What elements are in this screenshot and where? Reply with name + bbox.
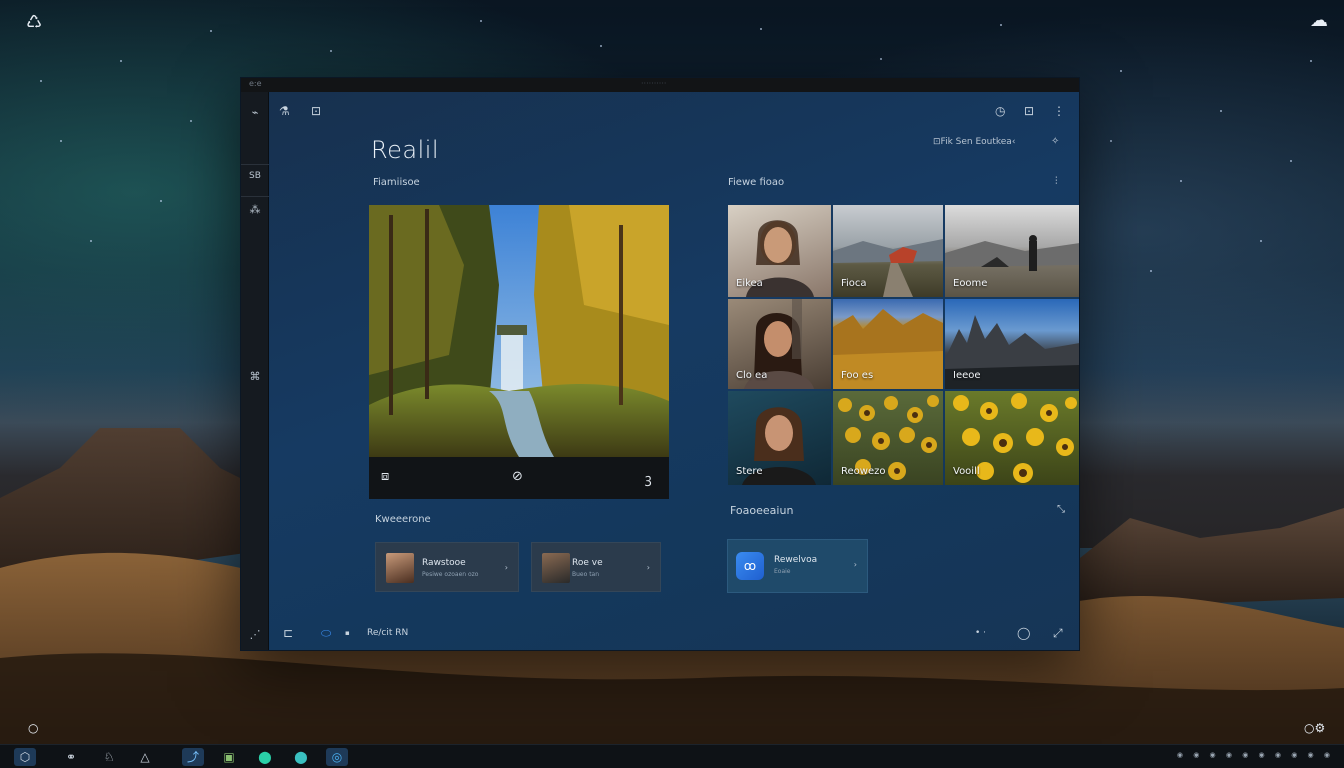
grid-tile[interactable]: Fioca <box>833 205 943 297</box>
people-icon[interactable]: ⚗ <box>279 104 290 118</box>
photo-grid: Eikea Fioca Eoome Clo ea Foo es Ieeoe St… <box>728 205 1079 485</box>
chevron-right-icon[interactable]: › <box>647 563 650 572</box>
window-title-center: ·········· <box>641 79 667 88</box>
desktop-app-icon[interactable]: ♺ <box>26 14 42 32</box>
card-thumbnail <box>386 553 414 583</box>
link-icon[interactable]: ⊘ <box>512 469 523 484</box>
taskbar-app-icon[interactable]: ⬤ <box>254 748 276 766</box>
tile-caption: Stere <box>736 466 763 477</box>
featured-photo-card[interactable]: ⧈ ⊘ ꝫ <box>369 205 669 499</box>
rail-command-icon[interactable]: ⌘ <box>241 370 269 383</box>
grid-tile[interactable]: Ieeoe <box>945 299 1079 389</box>
card-title: Rawstooe <box>422 558 466 568</box>
grid-tile[interactable]: Eoome <box>945 205 1079 297</box>
chevron-right-icon[interactable]: › <box>505 563 508 572</box>
grid-tile[interactable]: Stere <box>728 391 831 485</box>
taskbar-app-icon[interactable]: ⤴ <box>182 748 204 766</box>
tile-caption: Reowezo <box>841 466 886 477</box>
featured-section-label: Fiamiisoe <box>373 177 420 188</box>
rail-back-icon[interactable]: ⌁ <box>241 106 269 119</box>
status-text: Re/cit RN <box>367 628 409 638</box>
tile-caption: Clo ea <box>736 370 768 381</box>
taskbar-app-icon[interactable]: ♘ <box>98 748 120 766</box>
featured-toolbar: ⧈ ⊘ ꝫ <box>369 457 669 499</box>
recent-section-label: Kweeerone <box>375 514 431 525</box>
tile-caption: Foo es <box>841 370 874 381</box>
window-title: e:e <box>249 79 262 88</box>
grid-tile[interactable]: Foo es <box>833 299 943 389</box>
taskbar-app-icon[interactable]: ▣ <box>218 748 240 766</box>
circle-button-icon[interactable]: ◯ <box>1017 626 1030 640</box>
fullscreen-icon[interactable]: ⤢ <box>1053 626 1063 641</box>
page-title: Realil <box>371 136 440 164</box>
screen-icon[interactable]: ⊡ <box>311 104 321 118</box>
card-subtitle: Bueo tan <box>572 571 600 578</box>
card-thumbnail <box>542 553 570 583</box>
sparkle-icon[interactable]: ✧ <box>1051 136 1059 147</box>
gallery-icon[interactable]: ⧈ <box>381 469 389 484</box>
card-subtitle: Pesiwe ozoaen ozo <box>422 571 479 578</box>
grid-section-label: Fiewe fioao <box>728 177 785 188</box>
refresh-icon[interactable]: ꝫ <box>645 469 652 487</box>
tile-caption: Vooill <box>953 466 980 477</box>
app-window: e:e ·········· ⌁ SB ⁂ ⌘ ⋰ ⚗ ⊡ ◷ ⊡ ⋮ Real… <box>240 77 1080 651</box>
grid-tile[interactable]: Eikea <box>728 205 831 297</box>
collection-card[interactable]: ꝏ Rewelvoa Eoaie › <box>727 539 868 593</box>
recent-card[interactable]: Rawstooe Pesiwe ozoaen ozo › <box>375 542 519 592</box>
window-icon[interactable]: ⊡ <box>1024 104 1034 118</box>
side-rail: ⌁ SB ⁂ ⌘ ⋰ <box>241 92 269 650</box>
chevron-right-icon[interactable]: › <box>854 560 857 569</box>
waterfall-forest-photo[interactable] <box>369 205 669 457</box>
rail-sb-icon[interactable]: SB <box>241 164 269 181</box>
window-titlebar[interactable]: e:e ·········· <box>241 78 1079 92</box>
tile-caption: Fioca <box>841 278 867 289</box>
desktop-settings-icon[interactable]: ○⚙ <box>1304 722 1325 734</box>
app-shortcut-icon[interactable]: ⬭ <box>321 626 331 641</box>
tile-caption: Ieeoe <box>953 370 981 381</box>
taskbar: ⬡ ⚭ ♘ △ ⤴ ▣ ⬤ ⬤ ◎ ◉ ◉ ◉ ◉ ◉ ◉ ◉ ◉ ◉ ◉ <box>0 744 1344 768</box>
taskbar-start-icon[interactable]: ⬡ <box>14 748 36 766</box>
clock-icon[interactable]: ◷ <box>995 104 1005 118</box>
grid-tile[interactable]: Vooill <box>945 391 1079 485</box>
tile-caption: Eoome <box>953 278 988 289</box>
app-dot-icon: ▪ <box>345 629 350 637</box>
taskbar-browser-icon[interactable]: ⬤ <box>290 748 312 766</box>
card-subtitle: Eoaie <box>774 568 791 575</box>
app-logo-icon: ꝏ <box>736 552 764 580</box>
rail-expand-icon[interactable]: ⋰ <box>241 628 269 641</box>
taskbar-app-icon[interactable]: △ <box>134 748 156 766</box>
taskbar-app-icon[interactable]: ◎ <box>326 748 348 766</box>
rail-people-icon[interactable]: ⁂ <box>241 196 269 216</box>
taskbar-app-icon[interactable]: ⚭ <box>60 748 82 766</box>
grid-options-icon[interactable]: ⫶ <box>1055 176 1058 187</box>
more-menu-icon[interactable]: ⋮ <box>1053 104 1065 118</box>
card-title: Rewelvoa <box>774 555 818 565</box>
desktop-circle-icon[interactable]: ○ <box>28 722 38 734</box>
cloud-icon[interactable]: ☁ <box>1310 12 1328 30</box>
expand-icon[interactable]: ⤡ <box>1057 504 1065 515</box>
tile-caption: Eikea <box>736 278 763 289</box>
system-tray[interactable]: ◉ ◉ ◉ ◉ ◉ ◉ ◉ ◉ ◉ ◉ <box>1177 751 1334 759</box>
recent-card[interactable]: Roe ve Bueo tan › <box>531 542 661 592</box>
pager-dots[interactable]: • · <box>975 628 986 638</box>
folder-icon[interactable]: ⊏ <box>283 626 293 640</box>
collections-section-label: Foaoeeaiun <box>730 504 794 517</box>
header-link[interactable]: ⊡Fik Sen Eoutkea‹ <box>933 137 1015 147</box>
grid-tile[interactable]: Reowezo <box>833 391 943 485</box>
grid-tile[interactable]: Clo ea <box>728 299 831 389</box>
card-title: Roe ve <box>572 558 603 568</box>
